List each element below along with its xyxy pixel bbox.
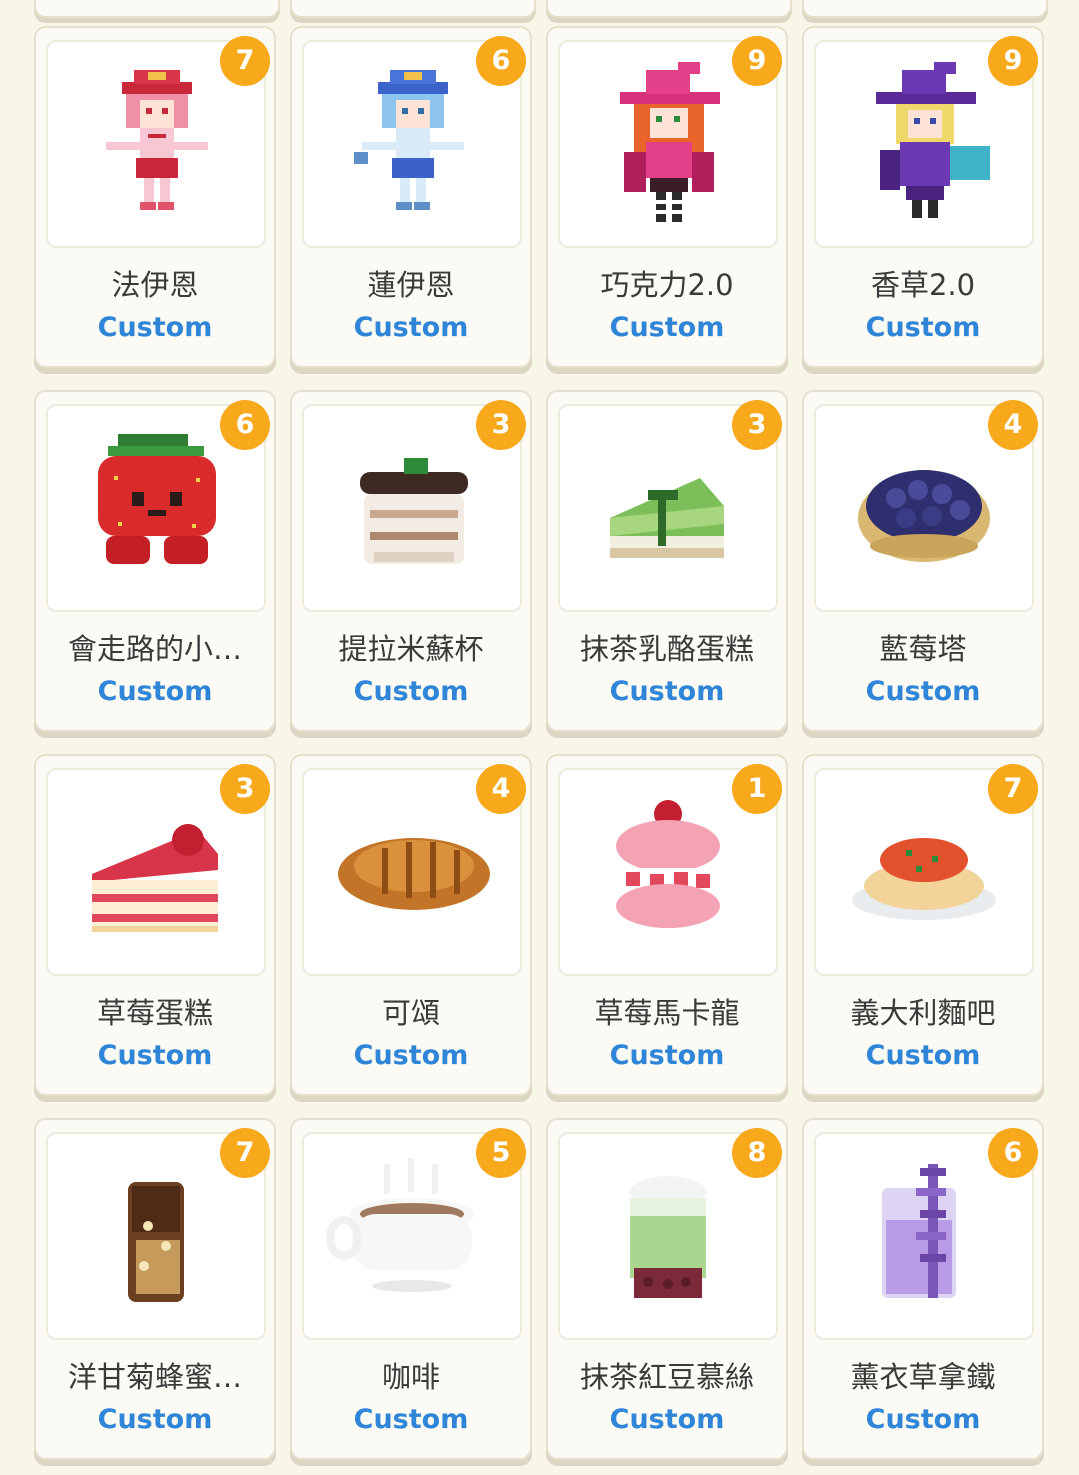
item-name: 洋甘菊蜂蜜… xyxy=(67,1360,242,1394)
item-card[interactable]: 1 草莓馬卡龍 Custom xyxy=(546,754,788,1096)
item-card[interactable]: 5 咖啡 Custom xyxy=(290,1118,532,1460)
count-badge: 7 xyxy=(220,36,270,86)
count-badge: 6 xyxy=(988,1128,1038,1178)
item-card[interactable]: 9 香草2.0 Custom xyxy=(802,26,1044,368)
item-name: 咖啡 xyxy=(381,1360,440,1394)
item-name: 抹茶乳酪蛋糕 xyxy=(579,632,754,666)
item-grid: 7 法伊恩 Custom 6 蓮伊恩 Custom 9 巧克力2.0 Custo… xyxy=(34,26,1044,1460)
count-badge: 3 xyxy=(220,764,270,814)
item-card[interactable]: 4 可頌 Custom xyxy=(290,754,532,1096)
partial-card-top xyxy=(546,0,792,18)
count-badge: 4 xyxy=(988,400,1038,450)
item-name: 巧克力2.0 xyxy=(600,268,734,302)
count-badge: 9 xyxy=(732,36,782,86)
custom-label: Custom xyxy=(353,676,469,707)
item-card[interactable]: 7 義大利麵吧 Custom xyxy=(802,754,1044,1096)
custom-label: Custom xyxy=(865,676,981,707)
count-badge: 3 xyxy=(476,400,526,450)
custom-label: Custom xyxy=(97,1040,213,1071)
custom-label: Custom xyxy=(97,312,213,343)
item-card[interactable]: 8 抹茶紅豆慕絲 Custom xyxy=(546,1118,788,1460)
count-badge: 8 xyxy=(732,1128,782,1178)
count-badge: 6 xyxy=(476,36,526,86)
item-card[interactable]: 7 法伊恩 Custom xyxy=(34,26,276,368)
custom-label: Custom xyxy=(97,676,213,707)
item-card[interactable]: 3 草莓蛋糕 Custom xyxy=(34,754,276,1096)
count-badge: 6 xyxy=(220,400,270,450)
item-card[interactable]: 6 薰衣草拿鐵 Custom xyxy=(802,1118,1044,1460)
item-card[interactable]: 6 會走路的小… Custom xyxy=(34,390,276,732)
item-card[interactable]: 3 抹茶乳酪蛋糕 Custom xyxy=(546,390,788,732)
partial-card-top xyxy=(34,0,280,18)
custom-label: Custom xyxy=(609,312,725,343)
partial-card-top xyxy=(802,0,1048,18)
item-name: 法伊恩 xyxy=(111,268,199,302)
item-name: 會走路的小… xyxy=(67,632,242,666)
count-badge: 4 xyxy=(476,764,526,814)
item-card[interactable]: 7 洋甘菊蜂蜜… Custom xyxy=(34,1118,276,1460)
item-name: 草莓馬卡龍 xyxy=(594,996,740,1030)
item-card[interactable]: 6 蓮伊恩 Custom xyxy=(290,26,532,368)
custom-label: Custom xyxy=(353,1404,469,1435)
item-name: 義大利麵吧 xyxy=(850,996,996,1030)
custom-label: Custom xyxy=(97,1404,213,1435)
item-name: 藍莓塔 xyxy=(879,632,967,666)
item-name: 可頌 xyxy=(381,996,440,1030)
count-badge: 7 xyxy=(988,764,1038,814)
item-name: 草莓蛋糕 xyxy=(96,996,213,1030)
item-name: 抹茶紅豆慕絲 xyxy=(579,1360,754,1394)
custom-label: Custom xyxy=(353,1040,469,1071)
custom-label: Custom xyxy=(865,312,981,343)
custom-label: Custom xyxy=(865,1404,981,1435)
item-card[interactable]: 3 提拉米蘇杯 Custom xyxy=(290,390,532,732)
custom-label: Custom xyxy=(865,1040,981,1071)
count-badge: 5 xyxy=(476,1128,526,1178)
custom-label: Custom xyxy=(609,1040,725,1071)
item-card[interactable]: 4 藍莓塔 Custom xyxy=(802,390,1044,732)
item-name: 提拉米蘇杯 xyxy=(338,632,484,666)
partial-card-top xyxy=(290,0,536,18)
count-badge: 9 xyxy=(988,36,1038,86)
item-card[interactable]: 9 巧克力2.0 Custom xyxy=(546,26,788,368)
item-name: 香草2.0 xyxy=(870,268,976,302)
custom-label: Custom xyxy=(353,312,469,343)
custom-label: Custom xyxy=(609,1404,725,1435)
count-badge: 3 xyxy=(732,400,782,450)
item-name: 薰衣草拿鐵 xyxy=(850,1360,996,1394)
count-badge: 7 xyxy=(220,1128,270,1178)
item-name: 蓮伊恩 xyxy=(367,268,455,302)
custom-label: Custom xyxy=(609,676,725,707)
count-badge: 1 xyxy=(732,764,782,814)
